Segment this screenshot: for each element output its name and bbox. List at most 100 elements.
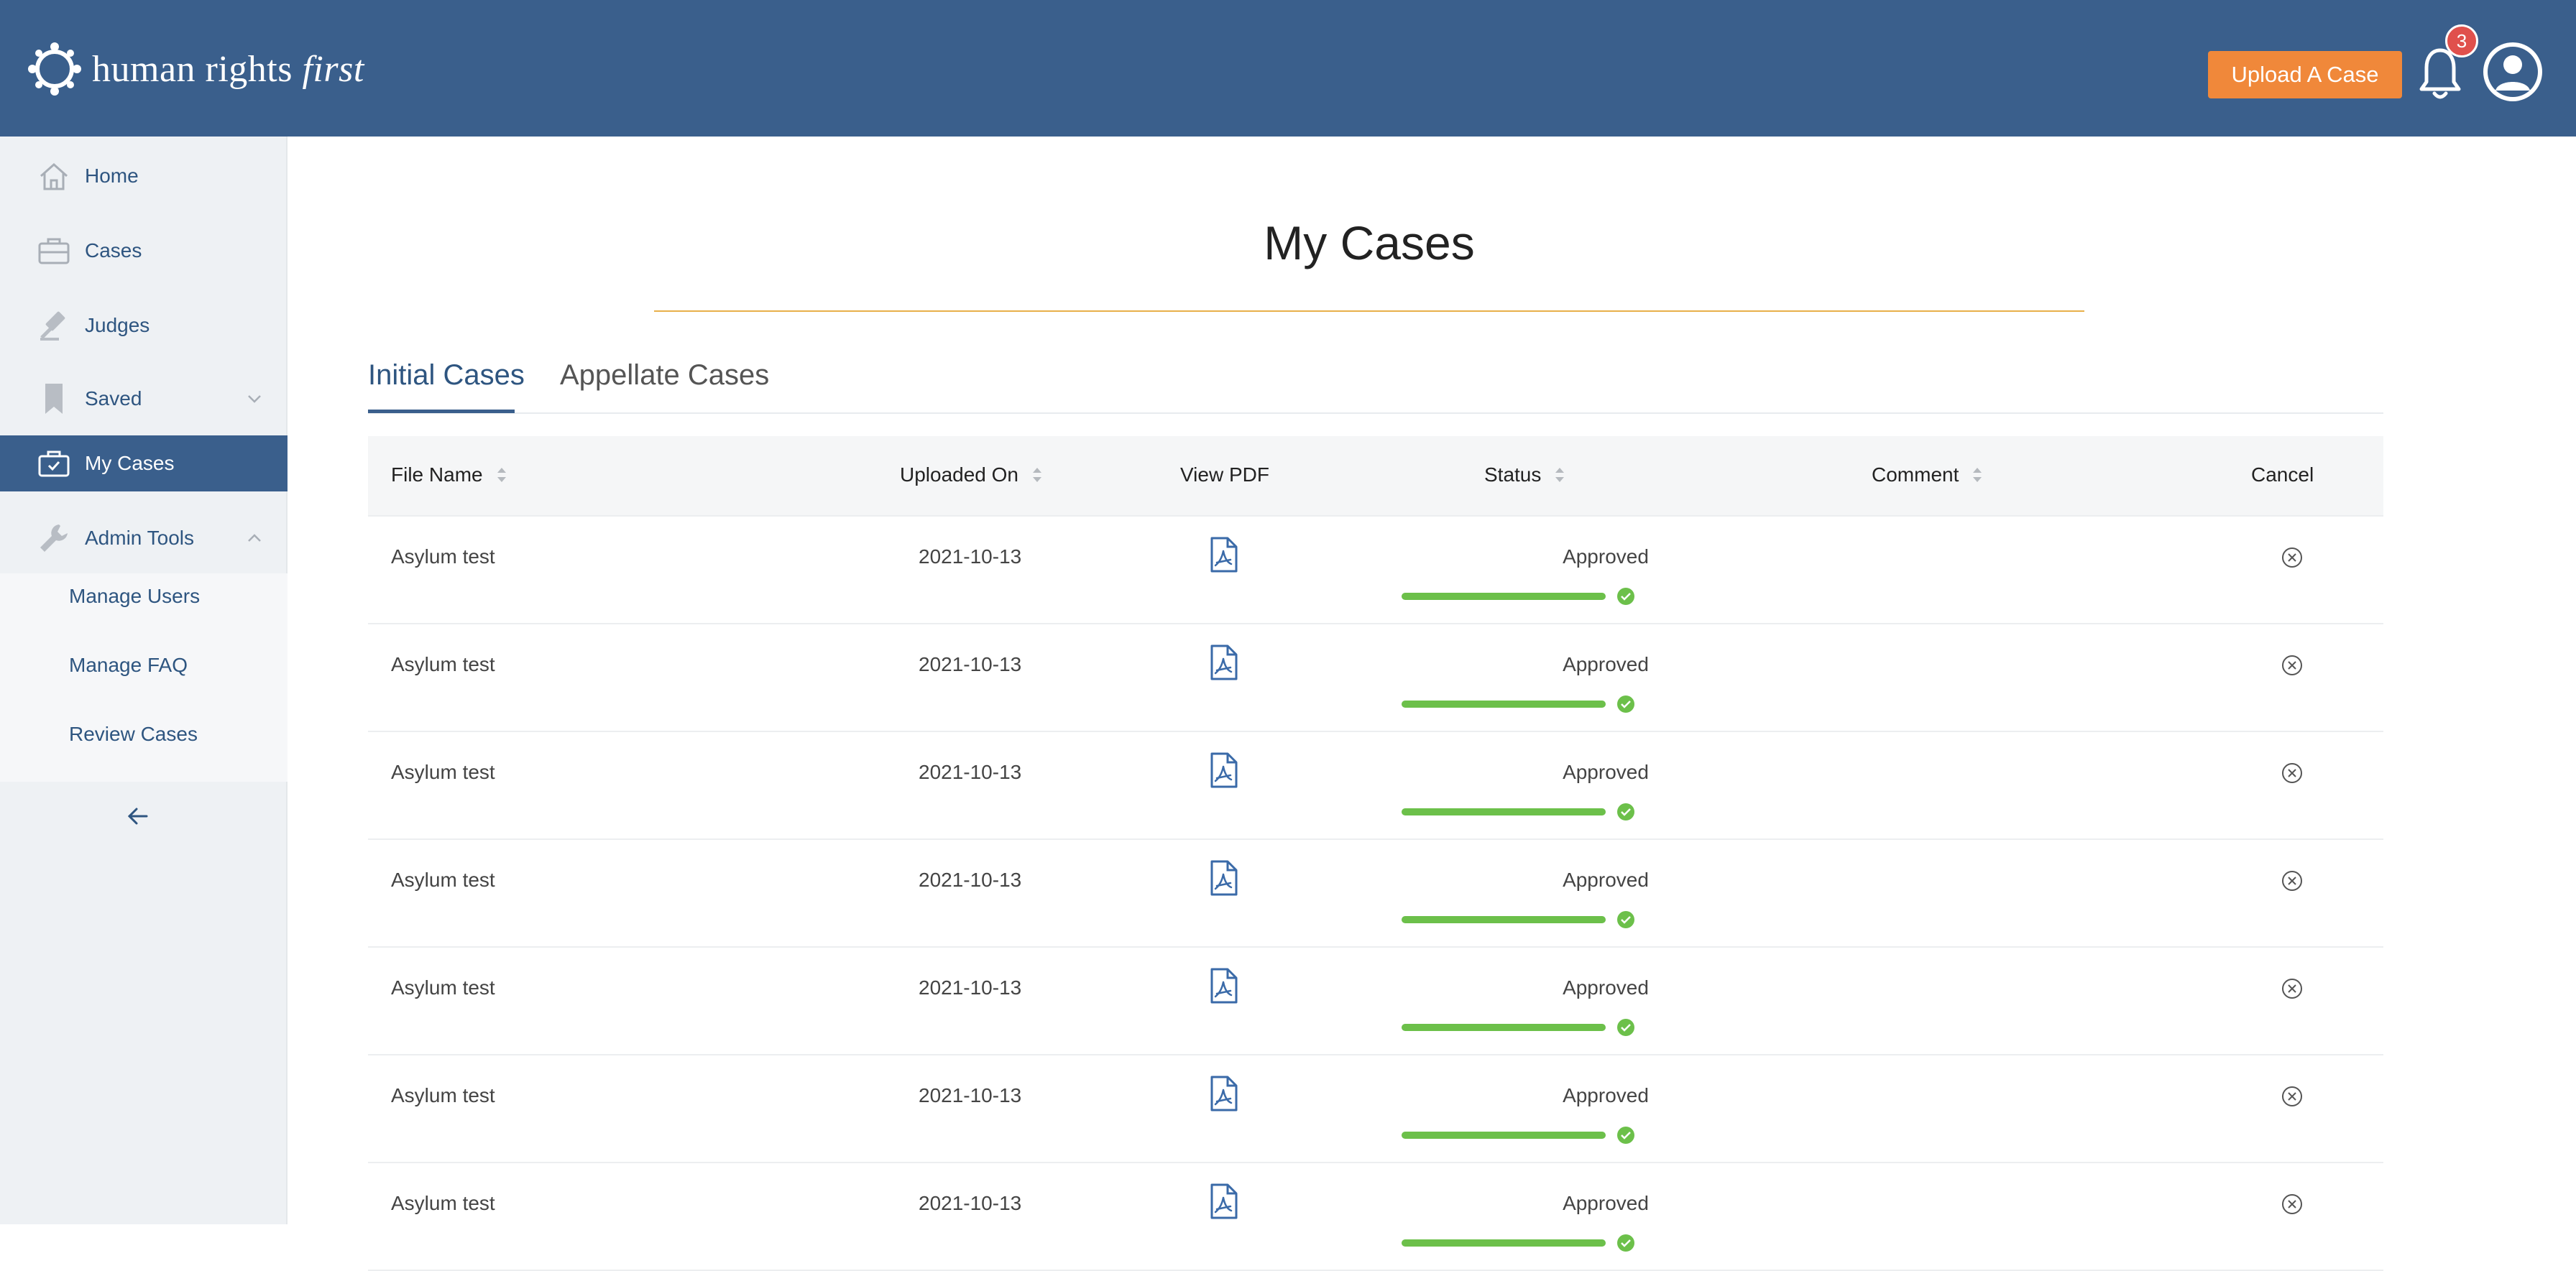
status-progress-fill: [1402, 916, 1606, 923]
file-name-cell: Asylum test: [391, 1084, 495, 1106]
sidebar-item-admin-tools[interactable]: Admin Tools: [0, 510, 288, 566]
sidebar-item-label: My Cases: [85, 452, 175, 474]
status-text: Approved: [1563, 1192, 1649, 1214]
status-text: Approved: [1563, 761, 1649, 783]
table-row: Asylum test 2021-10-13 Approved: [368, 731, 2383, 840]
sidebar-item-label: Admin Tools: [85, 527, 195, 549]
uploaded-on-cell: 2021-10-13: [919, 653, 1022, 675]
status-progress-fill: [1402, 808, 1606, 815]
status-progress-bar: [1402, 1024, 1606, 1031]
pdf-file-icon[interactable]: [1208, 1076, 1239, 1111]
top-header: human rights first Upload A Case 3: [0, 0, 2576, 137]
check-circle-icon: [1617, 695, 1634, 713]
file-name-cell: Asylum test: [391, 1192, 495, 1214]
sidebar-item-judges[interactable]: Judges: [0, 297, 288, 353]
status-text: Approved: [1563, 653, 1649, 675]
table-row: Asylum test 2021-10-13 Approved: [368, 515, 2383, 624]
uploaded-on-cell: 2021-10-13: [919, 761, 1022, 783]
cancel-circle-icon[interactable]: [2280, 653, 2304, 678]
upload-case-button[interactable]: Upload A Case: [2208, 51, 2402, 98]
pdf-file-icon[interactable]: [1208, 752, 1239, 788]
file-name-cell: Asylum test: [391, 545, 495, 568]
notification-badge: 3: [2445, 24, 2478, 57]
table-row: Asylum test 2021-10-13 Approved: [368, 1054, 2383, 1163]
page-title: My Cases: [1264, 216, 1475, 269]
arrow-left-icon[interactable]: [124, 802, 152, 831]
file-name-cell: Asylum test: [391, 653, 495, 675]
case-tabs: Initial Cases Appellate Cases: [368, 352, 2383, 414]
table-header: File Name Uploaded On View PDF Status Co…: [368, 436, 2383, 517]
file-name-cell: Asylum test: [391, 976, 495, 999]
pdf-file-icon[interactable]: [1208, 537, 1239, 573]
user-avatar-icon[interactable]: [2481, 40, 2544, 103]
status-progress-fill: [1402, 593, 1606, 600]
sort-icon[interactable]: [1030, 463, 1044, 486]
table-row: Asylum test 2021-10-13 Approved: [368, 1162, 2383, 1271]
sidebar-subitem-review-cases[interactable]: Review Cases: [69, 723, 198, 746]
sort-icon[interactable]: [1552, 463, 1567, 486]
sidebar-item-saved[interactable]: Saved: [0, 371, 288, 427]
file-name-cell: Asylum test: [391, 869, 495, 891]
status-progress-fill: [1402, 1132, 1606, 1139]
status-progress-fill: [1402, 701, 1606, 708]
column-header-status[interactable]: Status: [1484, 463, 1567, 486]
column-header-file-name[interactable]: File Name: [391, 463, 509, 486]
status-progress-fill: [1402, 1024, 1606, 1031]
sort-icon[interactable]: [494, 463, 509, 486]
uploaded-on-cell: 2021-10-13: [919, 1192, 1022, 1214]
pdf-file-icon[interactable]: [1208, 644, 1239, 680]
active-tab-indicator: [368, 410, 515, 413]
table-row: Asylum test 2021-10-13 Approved: [368, 946, 2383, 1055]
sidebar-item-home[interactable]: Home: [0, 148, 288, 204]
check-circle-icon: [1617, 1127, 1634, 1144]
sort-icon[interactable]: [1970, 463, 1984, 486]
status-text: Approved: [1563, 545, 1649, 568]
status-progress-bar: [1402, 593, 1606, 600]
sidebar-item-my-cases[interactable]: My Cases: [0, 435, 288, 491]
cancel-circle-icon[interactable]: [2280, 869, 2304, 893]
status-text: Approved: [1563, 976, 1649, 999]
chevron-down-icon[interactable]: [244, 389, 264, 409]
check-circle-icon: [1617, 911, 1634, 928]
sidebar-item-label: Saved: [85, 387, 142, 410]
cancel-circle-icon[interactable]: [2280, 545, 2304, 570]
check-circle-icon: [1617, 803, 1634, 821]
sidebar-item-label: Home: [85, 165, 139, 187]
tab-appellate-cases[interactable]: Appellate Cases: [560, 359, 769, 392]
home-icon: [36, 158, 72, 194]
pdf-file-icon[interactable]: [1208, 860, 1239, 896]
logo[interactable]: human rights first: [26, 40, 364, 98]
pdf-file-icon[interactable]: [1208, 1183, 1239, 1219]
status-progress-bar: [1402, 1132, 1606, 1139]
cancel-circle-icon[interactable]: [2280, 976, 2304, 1001]
sidebar-item-label: Judges: [85, 314, 150, 336]
table-row: Asylum test 2021-10-13 Approved: [368, 838, 2383, 948]
status-progress-bar: [1402, 701, 1606, 708]
column-header-view-pdf: View PDF: [1180, 463, 1269, 486]
sidebar-subitem-manage-faq[interactable]: Manage FAQ: [69, 654, 188, 677]
cancel-circle-icon[interactable]: [2280, 1192, 2304, 1216]
check-circle-icon: [1617, 1019, 1634, 1036]
tab-initial-cases[interactable]: Initial Cases: [368, 359, 525, 392]
admin-submenu: Manage Users Manage FAQ Review Cases: [0, 573, 288, 782]
status-progress-fill: [1402, 1239, 1606, 1247]
chevron-up-icon[interactable]: [244, 528, 264, 548]
column-header-comment[interactable]: Comment: [1872, 463, 1984, 486]
status-text: Approved: [1563, 1084, 1649, 1106]
uploaded-on-cell: 2021-10-13: [919, 869, 1022, 891]
status-progress-bar: [1402, 916, 1606, 923]
cancel-circle-icon[interactable]: [2280, 1084, 2304, 1109]
pdf-file-icon[interactable]: [1208, 968, 1239, 1004]
uploaded-on-cell: 2021-10-13: [919, 976, 1022, 999]
column-header-uploaded-on[interactable]: Uploaded On: [900, 463, 1044, 486]
check-circle-icon: [1617, 1234, 1634, 1252]
status-progress-bar: [1402, 808, 1606, 815]
column-header-cancel: Cancel: [2251, 463, 2314, 486]
sidebar-subitem-manage-users[interactable]: Manage Users: [69, 585, 200, 608]
title-divider: [654, 310, 2084, 312]
uploaded-on-cell: 2021-10-13: [919, 1084, 1022, 1106]
file-name-cell: Asylum test: [391, 761, 495, 783]
cancel-circle-icon[interactable]: [2280, 761, 2304, 785]
uploaded-on-cell: 2021-10-13: [919, 545, 1022, 568]
status-text: Approved: [1563, 869, 1649, 891]
